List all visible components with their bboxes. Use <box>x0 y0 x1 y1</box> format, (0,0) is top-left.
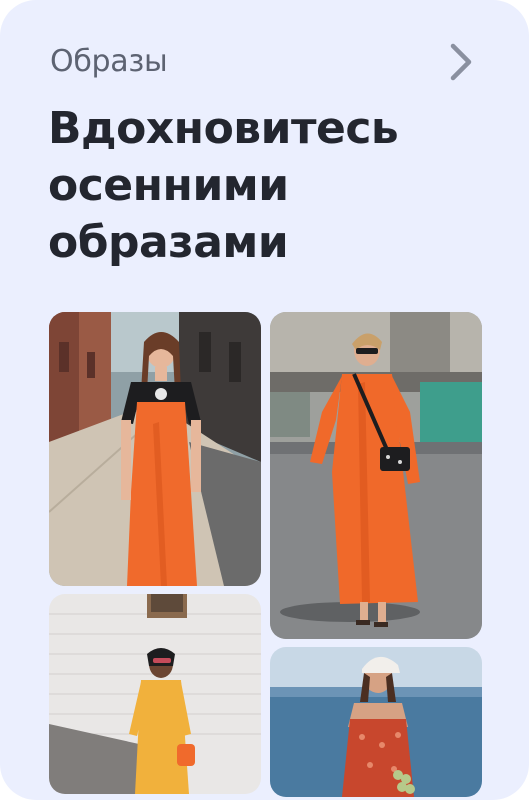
title-line-3: образами <box>48 217 289 268</box>
chevron-right-icon[interactable] <box>443 42 479 82</box>
title-line-1: Вдохновитесь <box>48 103 399 154</box>
title-line-2: осенними <box>48 160 289 211</box>
outfit-photo-red-sundress[interactable] <box>270 647 482 797</box>
card-header: Образы <box>50 40 479 84</box>
outfit-photo-mustard-dress[interactable] <box>49 594 261 794</box>
category-label: Образы <box>50 44 168 79</box>
card-title: Вдохновитесь осенними образами <box>48 100 488 271</box>
outfit-photo-orange-maxi-dress[interactable] <box>270 312 482 639</box>
outfits-card[interactable]: Образы Вдохновитесь осенними образами <box>0 0 529 800</box>
outfit-photo-orange-slip-dress[interactable] <box>49 312 261 586</box>
